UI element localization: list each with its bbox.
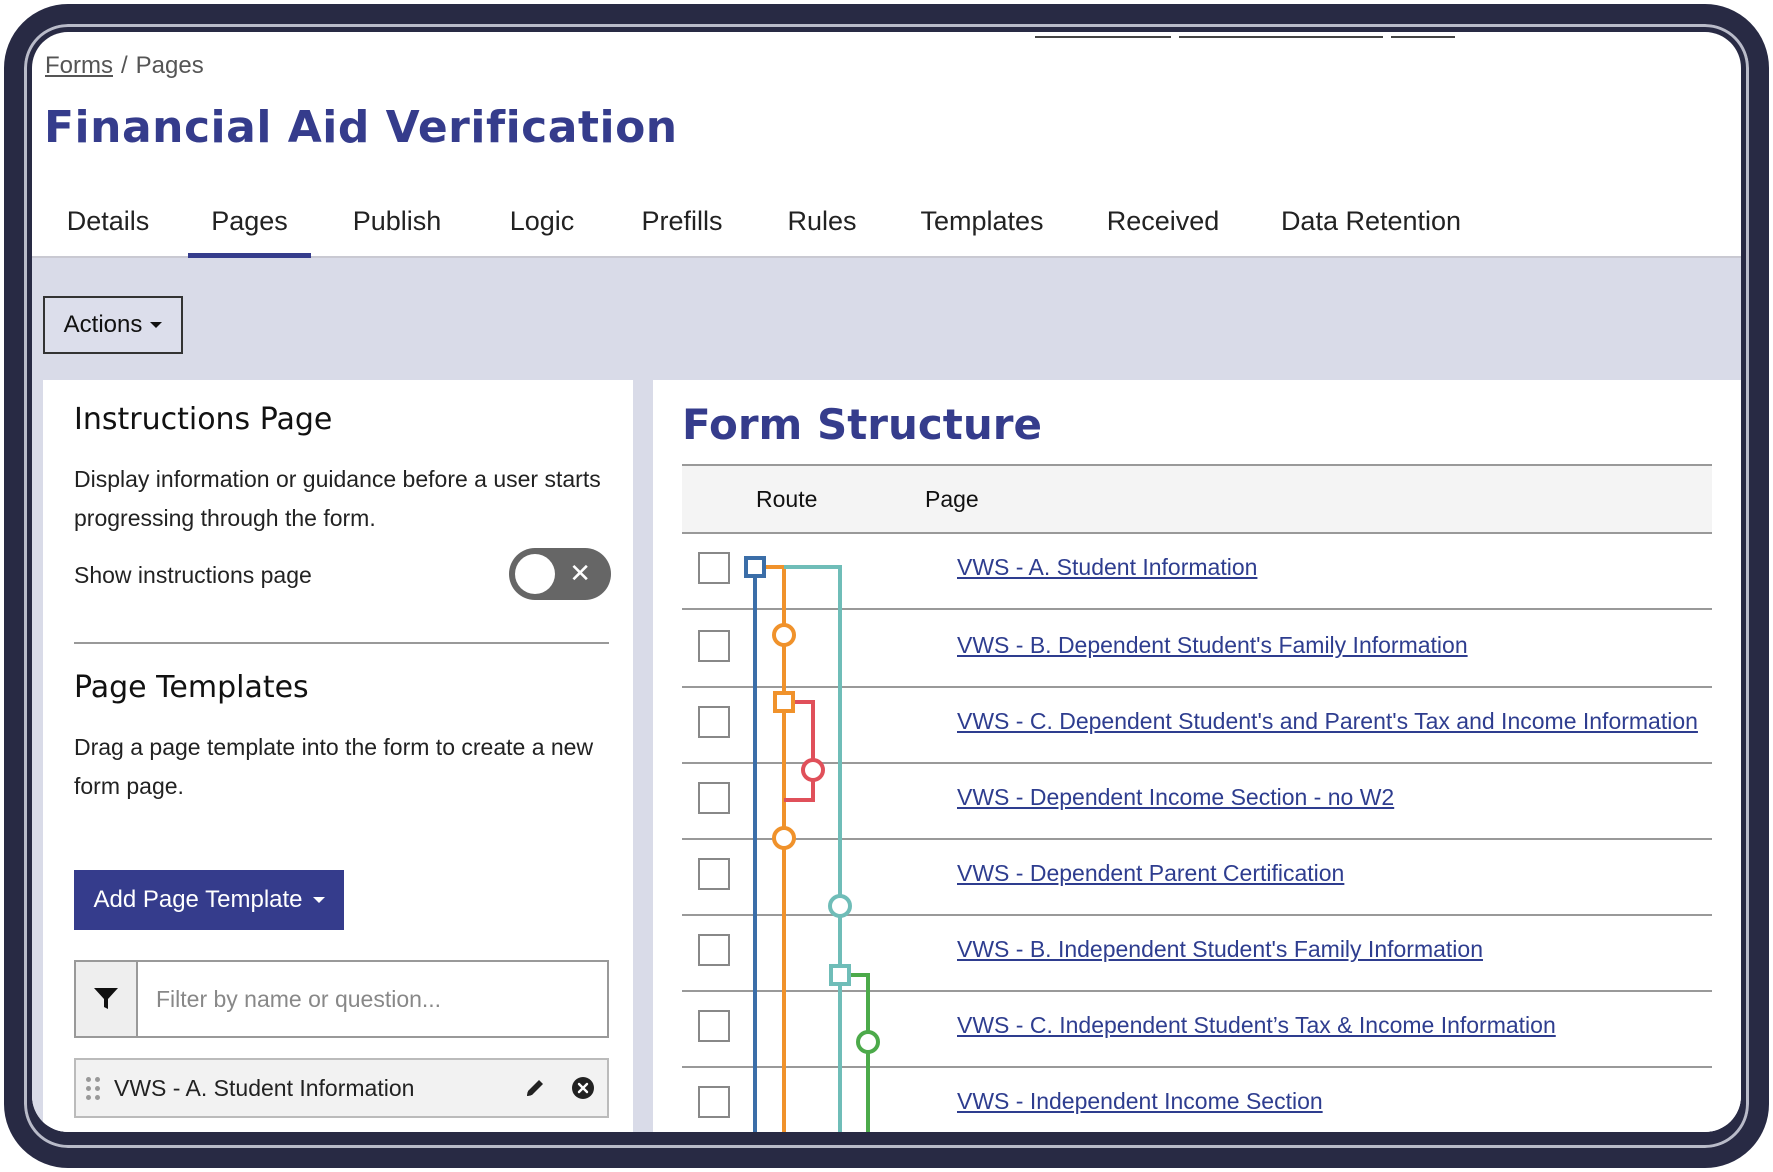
route-node	[828, 894, 852, 918]
tab-pages[interactable]: Pages	[188, 192, 311, 258]
show-instructions-toggle[interactable]: ✕	[509, 548, 611, 600]
breadcrumb-current: Pages	[135, 52, 204, 79]
page-link[interactable]: VWS - B. Dependent Student's Family Info…	[957, 610, 1468, 680]
top-control-stub[interactable]	[1179, 32, 1383, 38]
close-icon: ✕	[569, 559, 591, 589]
toggle-label: Show instructions page	[74, 562, 312, 588]
page-link[interactable]: VWS - Dependent Parent Certification	[957, 838, 1344, 908]
route-lines	[753, 565, 870, 1132]
app-screen: Forms / Pages Financial Aid Verification D…	[32, 32, 1741, 1132]
page-link[interactable]: VWS - Dependent Income Section - no W2	[957, 762, 1394, 832]
route-node	[856, 1030, 880, 1054]
drag-handle-icon[interactable]	[86, 1076, 100, 1100]
route-node-start	[744, 556, 766, 578]
add-page-template-label: Add Page Template	[93, 886, 303, 913]
tab-prefills[interactable]: Prefills	[614, 192, 750, 256]
column-header-page: Page	[925, 486, 979, 512]
route-node	[772, 623, 796, 647]
close-circle-icon[interactable]	[571, 1076, 595, 1100]
toggle-knob	[515, 554, 555, 594]
filter-box	[74, 960, 609, 1038]
route-node-branch	[773, 691, 795, 713]
route-node	[772, 826, 796, 850]
filter-input[interactable]	[138, 962, 607, 1036]
device-frame: Forms / Pages Financial Aid Verification D…	[0, 0, 1773, 1172]
filter-icon-glyph	[94, 988, 118, 1009]
form-structure-panel: Form Structure Route Page VWS - A. Stude…	[653, 380, 1741, 1132]
actions-button[interactable]: Actions	[43, 296, 183, 354]
divider	[74, 642, 609, 644]
route-node-branch	[829, 964, 851, 986]
chevron-down-icon	[150, 322, 163, 328]
page-title: Financial Aid Verification	[44, 102, 678, 153]
tab-received[interactable]: Received	[1070, 192, 1256, 256]
templates-heading: Page Templates	[74, 670, 309, 705]
actions-label: Actions	[63, 311, 143, 338]
top-control-stub[interactable]	[1391, 32, 1455, 38]
page-link[interactable]: VWS - C. Dependent Student's and Parent'…	[957, 686, 1698, 756]
chevron-down-icon	[312, 897, 325, 903]
tab-templates[interactable]: Templates	[894, 192, 1070, 256]
breadcrumb-separator: /	[121, 52, 128, 79]
tab-publish[interactable]: Publish	[324, 192, 470, 256]
template-item[interactable]: VWS - A. Student Information	[74, 1058, 609, 1118]
route-node	[801, 758, 825, 782]
page-link[interactable]: VWS - Independent Income Section	[957, 1066, 1323, 1132]
top-control-stub[interactable]	[1035, 32, 1171, 38]
page-link[interactable]: VWS - C. Independent Student’s Tax & Inc…	[957, 990, 1556, 1060]
left-panel: Instructions Page Display information or…	[43, 380, 633, 1132]
tab-data-retention[interactable]: Data Retention	[1256, 192, 1486, 256]
breadcrumb-forms-link[interactable]: Forms	[45, 52, 113, 79]
tab-rules[interactable]: Rules	[750, 192, 894, 256]
pencil-icon[interactable]	[523, 1076, 547, 1100]
tab-details[interactable]: Details	[32, 192, 184, 256]
page-link[interactable]: VWS - B. Independent Student's Family In…	[957, 914, 1483, 984]
instructions-heading: Instructions Page	[74, 402, 333, 437]
add-page-template-button[interactable]: Add Page Template	[74, 870, 344, 930]
templates-description: Drag a page template into the form to cr…	[74, 734, 594, 799]
tab-logic[interactable]: Logic	[470, 192, 614, 256]
template-item-name: VWS - A. Student Information	[114, 1074, 415, 1101]
page-link[interactable]: VWS - A. Student Information	[957, 532, 1257, 602]
route-diagram	[744, 556, 880, 1132]
breadcrumb: Forms / Pages	[45, 52, 204, 80]
tab-bar: Details Pages Publish Logic Prefills Rul…	[32, 192, 1741, 258]
filter-icon[interactable]	[76, 962, 138, 1036]
instructions-description: Display information or guidance before a…	[74, 466, 601, 531]
